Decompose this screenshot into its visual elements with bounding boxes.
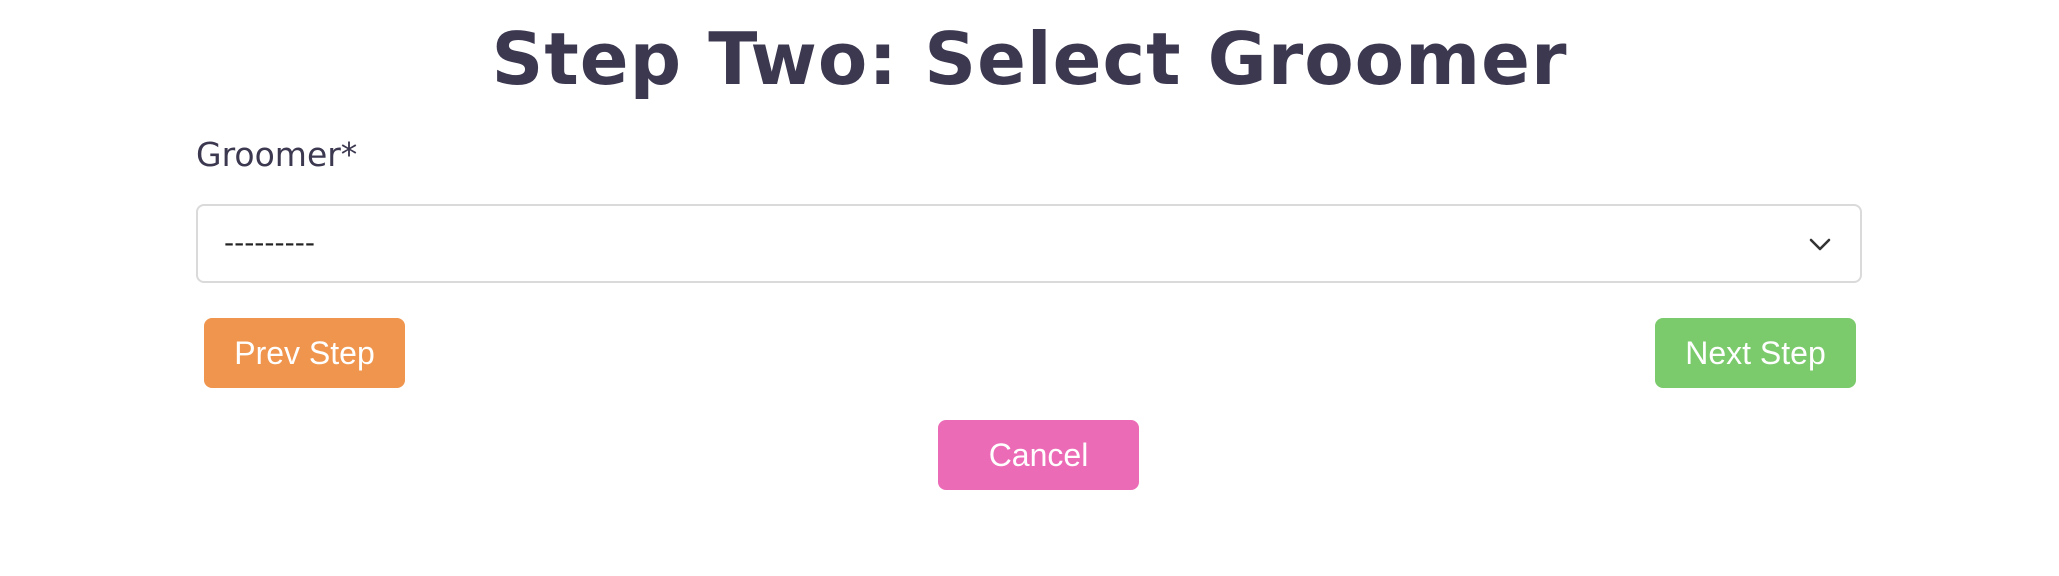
chevron-down-icon (1808, 232, 1832, 256)
groomer-select-value: --------- (224, 226, 315, 259)
cancel-button[interactable]: Cancel (938, 420, 1139, 490)
groomer-field-label: Groomer* (196, 135, 358, 174)
groomer-select[interactable]: --------- (196, 204, 1862, 283)
step-two-page: Step Two: Select Groomer Groomer* ------… (0, 0, 2059, 576)
prev-step-button[interactable]: Prev Step (204, 318, 405, 388)
next-step-button[interactable]: Next Step (1655, 318, 1856, 388)
page-title: Step Two: Select Groomer (491, 17, 1568, 101)
